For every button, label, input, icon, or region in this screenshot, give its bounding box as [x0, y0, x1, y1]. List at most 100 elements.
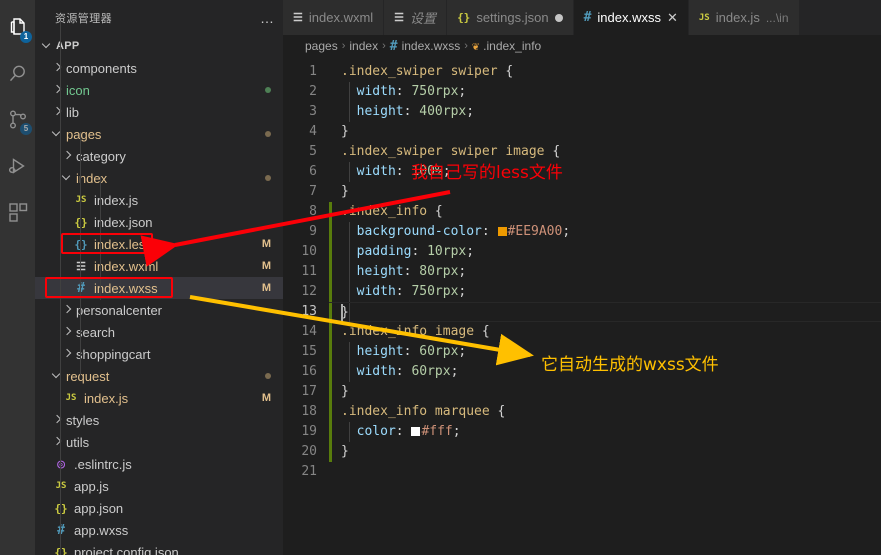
line-number: 11 — [301, 264, 317, 279]
breadcrumb-item[interactable]: .index_info — [483, 39, 541, 53]
search-icon — [9, 65, 25, 82]
code-token: 400rpx — [419, 104, 467, 119]
activity-item-run-debug[interactable] — [0, 143, 35, 189]
code-line[interactable]: padding: 10rpx; — [329, 242, 881, 262]
code-token: .index_info image — [341, 324, 482, 339]
tree-file-app.js[interactable]: JS app.js — [35, 475, 283, 497]
code-line[interactable]: height: 400rpx; — [329, 102, 881, 122]
tree-folder-icon[interactable]: icon — [35, 79, 283, 101]
tree-item-label: project.config.json — [74, 544, 179, 555]
js-tab-icon: JS — [698, 12, 710, 23]
code-line[interactable]: } — [329, 182, 881, 202]
tree-folder-shoppingcart[interactable]: shoppingcart — [35, 343, 283, 365]
json-file-icon: {} — [74, 215, 88, 229]
tree-item-label: app.json — [74, 500, 124, 516]
code-line[interactable]: } — [329, 302, 881, 323]
code-line[interactable]: .index_info image { — [329, 322, 881, 342]
tree-file-project.config.json[interactable]: {} project.config.json — [35, 541, 283, 555]
tree-folder-search[interactable]: search — [35, 321, 283, 343]
activity-item-extensions[interactable] — [0, 189, 35, 235]
tree-file-index.wxml[interactable]: ☰ index.wxml M — [35, 255, 283, 277]
code-token: #EE9A00 — [507, 224, 563, 239]
chevron-down-icon[interactable] — [63, 173, 73, 183]
code-line[interactable] — [329, 462, 881, 482]
chevron-right-icon[interactable] — [63, 327, 73, 337]
tree-item-label: utils — [66, 434, 90, 450]
code-token: } — [341, 444, 349, 459]
chevron-right-icon[interactable] — [53, 415, 63, 425]
tree-item-label: index.json — [94, 214, 153, 230]
code-editor[interactable]: 1 2 3 4 5 6 7 8 9 10 11 12 13 14 15 16 17 18 19 20 21 .index… — [283, 57, 881, 555]
code-content[interactable]: .index_swiper swiper { width: 750rpx; he… — [329, 57, 881, 555]
line-number: 2 — [309, 84, 317, 99]
chevron-down-icon[interactable] — [53, 371, 63, 381]
chevron-right-icon[interactable] — [63, 151, 73, 161]
tree-folder-personalcenter[interactable]: personalcenter — [35, 299, 283, 321]
git-status-badge: M — [261, 392, 271, 404]
breadcrumb-item[interactable]: pages — [305, 39, 338, 53]
tree-folder-lib[interactable]: lib — [35, 101, 283, 123]
chevron-right-icon[interactable] — [63, 349, 73, 359]
tree-folder-category[interactable]: category — [35, 145, 283, 167]
activity-item-source-control[interactable]: 5 — [0, 97, 35, 143]
editor-tab-index.js[interactable]: JS index.js ...\in — [688, 0, 800, 35]
tree-file-index.js[interactable]: JS index.js — [35, 189, 283, 211]
tree-folder-request[interactable]: request — [35, 365, 283, 387]
code-line[interactable]: } — [329, 442, 881, 462]
code-line[interactable]: background-color: #EE9A00; — [329, 222, 881, 242]
chevron-right-icon[interactable] — [53, 85, 63, 95]
tree-item-label: index.wxml — [94, 258, 159, 274]
tree-file-index.js[interactable]: JS index.js M — [35, 387, 283, 409]
code-line[interactable]: height: 80rpx; — [329, 262, 881, 282]
tree-file-app.json[interactable]: {} app.json — [35, 497, 283, 519]
tab-close-icon[interactable]: ✕ — [667, 11, 678, 24]
line-number: 17 — [301, 384, 317, 399]
editor-tab-index.wxml[interactable]: ☰ index.wxml — [283, 0, 385, 35]
run-debug-icon — [8, 158, 25, 174]
chevron-down-icon[interactable] — [53, 129, 63, 139]
chevron-right-icon[interactable] — [53, 107, 63, 117]
tree-file-index.json[interactable]: {} index.json — [35, 211, 283, 233]
code-line[interactable]: } — [329, 382, 881, 402]
tree-folder-index[interactable]: index — [35, 167, 283, 189]
breadcrumb-item[interactable]: index — [349, 39, 378, 53]
line-number: 21 — [301, 464, 317, 479]
tree-file-app.wxss[interactable]: # app.wxss — [35, 519, 283, 541]
js-file-icon: JS — [75, 195, 87, 205]
tree-root-app[interactable]: APP — [35, 35, 283, 57]
breadcrumb-item[interactable]: index.wxss — [402, 39, 461, 53]
more-actions-icon[interactable]: … — [260, 11, 275, 25]
tree-folder-pages[interactable]: pages — [35, 123, 283, 145]
code-line[interactable]: color: #fff; — [329, 422, 881, 442]
editor-tab-设置[interactable]: ☰ 设置 — [384, 0, 448, 35]
indent-guide — [349, 82, 350, 102]
code-token: { — [552, 144, 561, 159]
code-line[interactable]: width: 750rpx; — [329, 282, 881, 302]
tree-folder-components[interactable]: components — [35, 57, 283, 79]
tree-item-label: index — [76, 170, 108, 186]
code-line[interactable]: .index_info { — [329, 202, 881, 222]
code-line[interactable]: width: 750rpx; — [329, 82, 881, 102]
code-line[interactable]: .index_swiper swiper { — [329, 62, 881, 82]
line-number: 8 — [309, 204, 317, 219]
wxml-file-icon: ☰ — [76, 259, 86, 273]
breadcrumb-separator: › — [382, 40, 386, 52]
tree-folder-styles[interactable]: styles — [35, 409, 283, 431]
chevron-right-icon[interactable] — [53, 63, 63, 73]
activity-item-explorer[interactable]: 1 — [0, 5, 35, 51]
code-line[interactable]: } — [329, 122, 881, 142]
editor-tab-index.wxss[interactable]: # index.wxss ✕ — [573, 0, 689, 35]
chevron-right-icon[interactable] — [63, 305, 73, 315]
tab-dirty-indicator[interactable] — [554, 13, 563, 22]
editor-tab-settings.json[interactable]: {} settings.json — [447, 0, 574, 35]
tree-item-label: personalcenter — [76, 302, 162, 318]
color-swatch[interactable] — [411, 427, 421, 436]
code-line[interactable]: .index_info marquee { — [329, 402, 881, 422]
tree-folder-utils[interactable]: utils — [35, 431, 283, 453]
color-swatch[interactable] — [497, 227, 507, 236]
activity-item-search[interactable] — [0, 51, 35, 97]
code-token: .index_swiper swiper — [341, 64, 506, 79]
chevron-right-icon[interactable] — [53, 437, 63, 447]
tree-item-label: lib — [66, 104, 80, 120]
tree-file-.eslintrc.js[interactable]: ◎ .eslintrc.js — [35, 453, 283, 475]
